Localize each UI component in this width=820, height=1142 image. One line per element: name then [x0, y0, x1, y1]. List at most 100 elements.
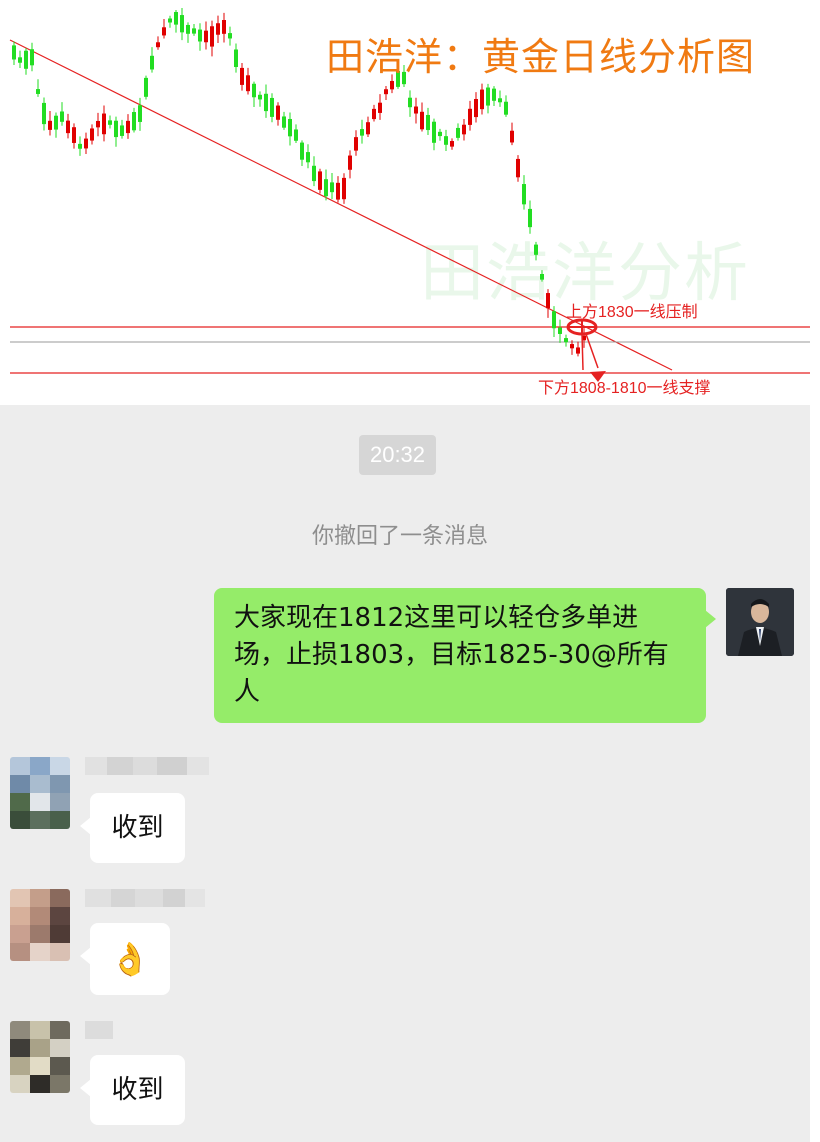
candle-body [264, 93, 268, 112]
candle-body [540, 274, 544, 280]
candle-body [156, 42, 160, 48]
candle-body [252, 83, 256, 98]
message-bubble-3[interactable]: 收到 [80, 1055, 185, 1125]
nickname-user-2-blurred [85, 889, 205, 907]
candle-body [114, 120, 118, 138]
candle-body [318, 171, 322, 190]
avatar-user-1[interactable] [10, 757, 70, 829]
candle-body [384, 89, 388, 95]
candle-body [210, 26, 214, 47]
candle-body [306, 152, 310, 163]
candle-body [426, 114, 430, 131]
candle-body [576, 347, 580, 354]
candle-body [60, 111, 64, 122]
chat-conversation: 20:32 你撤回了一条消息 大家现在1812这里可以轻仓多单进场，止损1803… [0, 405, 810, 1142]
candle-body [144, 77, 148, 97]
candle-body [288, 118, 292, 137]
recall-notice: 你撤回了一条消息 [311, 524, 488, 549]
candle-body [450, 141, 454, 147]
candle-body [150, 55, 154, 70]
candle-body [126, 120, 130, 134]
candle-body [246, 75, 250, 92]
avatar-user-2[interactable] [10, 889, 70, 961]
arrow-shaft [581, 333, 584, 371]
candle-body [84, 138, 88, 149]
candle-body [186, 24, 190, 34]
candle-body [234, 49, 238, 68]
resistance-annotation: 上方1830一线压制 [566, 304, 698, 321]
candle-body [192, 28, 196, 34]
nickname-user-1-blurred [85, 757, 209, 775]
candle-body [570, 344, 574, 349]
candle-body [516, 158, 520, 178]
candle-body [366, 122, 370, 135]
candle-body [198, 29, 202, 42]
support-annotation: 下方1808-1810一线支撑 [538, 380, 711, 397]
candle-body [462, 124, 466, 135]
candle-body [30, 49, 34, 66]
self-message-bubble[interactable]: 大家现在1812这里可以轻仓多单进场，止损1803，目标1825-30@所有人 [214, 588, 716, 723]
candle-body [330, 182, 334, 193]
timestamp-badge: 20:32 [359, 435, 436, 475]
candle-body [216, 23, 220, 35]
ok-hand-emoji[interactable]: 👌 [80, 923, 170, 995]
candle-body [324, 179, 328, 197]
candle-body [348, 155, 352, 170]
candle-body [228, 33, 232, 39]
candle-body [240, 67, 244, 85]
candle-body [420, 111, 424, 130]
candle-body [120, 125, 124, 136]
candle-body [180, 15, 184, 33]
candle-body [444, 136, 448, 145]
candle-body [312, 165, 316, 182]
candle-body [174, 12, 178, 25]
candle-body [468, 108, 472, 125]
candle-body [390, 80, 394, 90]
candle-body [534, 244, 538, 255]
candle-body [408, 97, 412, 108]
candle-body [108, 120, 112, 125]
message-bubble-1[interactable]: 收到 [80, 793, 185, 863]
candle-body [48, 120, 52, 130]
candle-body [102, 113, 106, 135]
candle-body [510, 130, 514, 143]
candle-body [486, 87, 490, 106]
candle-body [528, 208, 532, 228]
candle-body [138, 105, 142, 122]
candle-body [18, 57, 22, 63]
candle-body [90, 128, 94, 141]
candle-body [456, 127, 460, 138]
candle-body [492, 88, 496, 101]
avatar-user-3[interactable] [10, 1021, 70, 1093]
candle-body [438, 131, 442, 137]
candle-body [78, 143, 82, 149]
candle-body [222, 20, 226, 34]
candle-body [36, 89, 40, 94]
candle-body [54, 115, 58, 130]
candle-body [552, 311, 556, 329]
candle-body [42, 102, 46, 125]
candle-body [354, 137, 358, 151]
man-in-suit-avatar[interactable] [726, 588, 794, 656]
candle-body [300, 142, 304, 160]
chart-title: 田浩洋：黄金日线分析图 [326, 35, 756, 79]
candle-body [546, 293, 550, 309]
candle-body [558, 327, 562, 334]
candle-body [522, 184, 526, 205]
gold-daily-chart: 田浩洋分析 田浩洋：黄金日线分析图 上方1830一线压制 下方1808-1810… [0, 0, 820, 405]
candle-body [480, 89, 484, 110]
candle-body [360, 129, 364, 136]
candle-body [336, 182, 340, 200]
candle-body [504, 101, 508, 115]
nickname-user-3-blurred [85, 1021, 113, 1039]
candle-body [12, 45, 16, 60]
candle-body [282, 116, 286, 128]
candle-body [66, 120, 70, 134]
candle-body [270, 97, 274, 117]
candle-body [168, 18, 172, 23]
candle-body [498, 98, 502, 103]
candle-body [342, 177, 346, 200]
candle-body [132, 112, 136, 131]
candle-body [564, 338, 568, 343]
candle-body [72, 127, 76, 143]
